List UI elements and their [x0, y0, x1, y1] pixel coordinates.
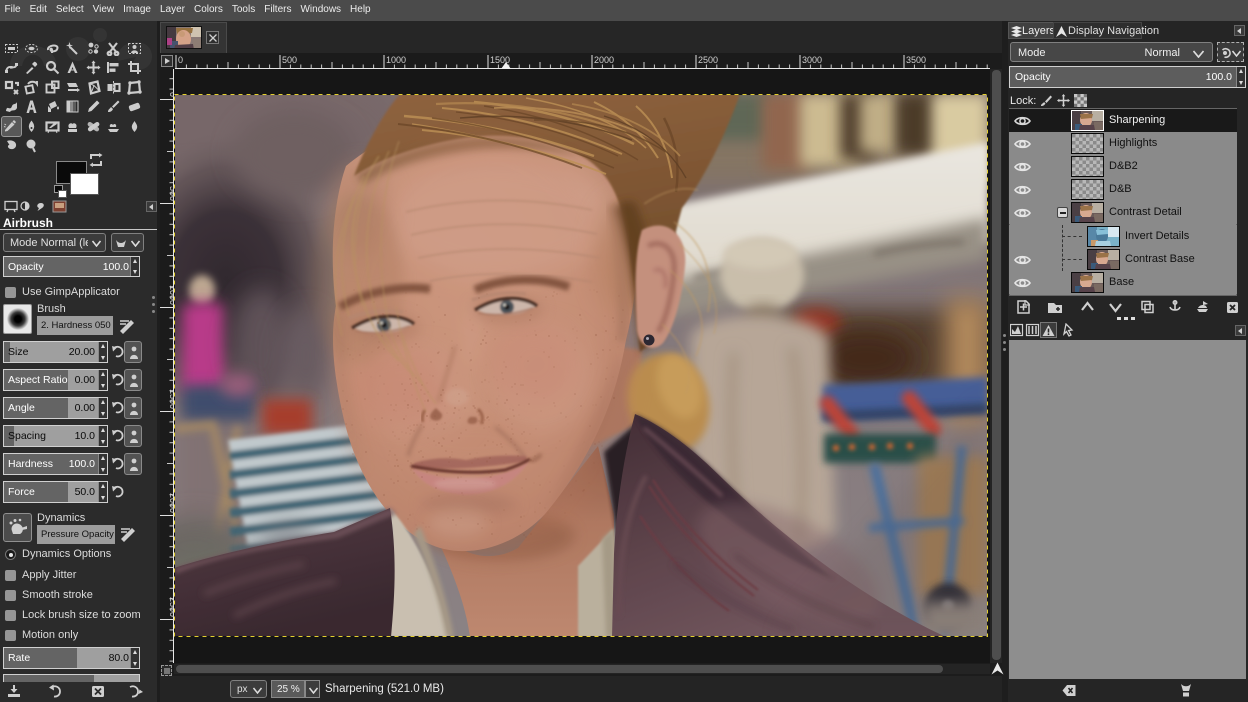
- svg-text:3000: 3000: [802, 55, 822, 65]
- svg-text:500: 500: [282, 55, 297, 65]
- svg-text:3500: 3500: [906, 55, 926, 65]
- svg-text:2000: 2000: [594, 55, 614, 65]
- svg-text:1000: 1000: [386, 55, 406, 65]
- svg-text:2500: 2500: [698, 55, 718, 65]
- svg-text:0: 0: [178, 55, 183, 65]
